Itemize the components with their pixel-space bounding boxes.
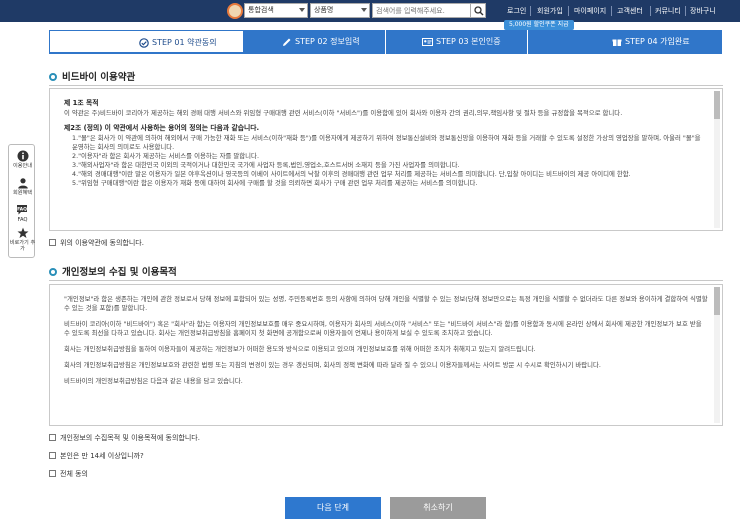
privacy-paragraph: 회사의 개인정보취급방침은 개인정보보호와 관련한 법령 또는 지침의 변경이 … [64, 361, 601, 369]
sidebar-item-bookmark[interactable]: 비로가기 추가 [9, 227, 36, 252]
terms-content-box[interactable]: 제 1조 목적 이 약관은 주)비드바이 코리아가 제공하는 해외 경매 대행 … [49, 88, 723, 231]
sidebar-item-label: 회원혜택 [12, 190, 33, 196]
sidebar-item-faq[interactable]: FAQ FAQ [9, 204, 36, 223]
faq-icon: FAQ [16, 205, 27, 215]
bullet-circle-icon [49, 73, 57, 81]
step-04-label: STEP 04 가입완료 [625, 37, 690, 46]
age-label: 본인은 만 14세 이상입니까? [60, 452, 144, 460]
terms-title: 비드바이 이용약관 [62, 72, 136, 83]
terms-scrollbar[interactable] [714, 91, 720, 228]
divider [49, 85, 723, 86]
terms-agree-label: 위의 이용약관에 동의합니다. [60, 239, 144, 247]
checkbox-box[interactable] [49, 452, 56, 459]
nav-customer-center[interactable]: 고객센터 [617, 0, 643, 22]
category-select-value: 통합검색 [248, 6, 274, 14]
article2-item: 1."몰"은 회사가 이 약관에 의하여 해외에서 구매 가능한 재화 또는 서… [72, 134, 701, 151]
quick-menu-sidebar: 이용안내 회원혜택 FAQ FAQ 비로가기 추가 [8, 144, 35, 258]
bullet-circle-icon [49, 268, 57, 276]
checkbox-box[interactable] [49, 239, 56, 246]
terms-section-title: 비드바이 이용약관 [49, 69, 135, 83]
sidebar-item-label: 비로가기 추가 [9, 240, 36, 252]
signup-steps: STEP 01 약관동의 STEP 02 정보입력 STEP 03 본인인증 S… [49, 30, 722, 54]
scrollbar-thumb[interactable] [714, 287, 720, 315]
privacy-agree-checkbox[interactable]: 개인정보의 수집목적 및 이용목적에 동의합니다. [49, 433, 200, 443]
nav-divider [568, 6, 569, 16]
step-01-label: STEP 01 약관동의 [152, 38, 217, 47]
privacy-paragraph: 비드바이의 개인정보취급방침은 다음과 같은 내용을 담고 있습니다. [64, 377, 243, 385]
chevron-down-icon [299, 8, 305, 12]
article1-title: 제 1조 목적 [64, 99, 99, 107]
step-01: STEP 01 약관동의 [49, 30, 244, 54]
search-type-value: 상품명 [314, 6, 334, 14]
step-02: STEP 02 정보입력 [244, 30, 385, 54]
privacy-content-box[interactable]: "개인정보"라 함은 생존하는 개인에 관한 정보로서 당해 정보에 포함되어 … [49, 284, 723, 426]
nav-divider [611, 6, 612, 16]
privacy-text: "개인정보"라 함은 생존하는 개인에 관한 정보로서 당해 정보에 포함되어 … [64, 295, 708, 389]
nav-cart[interactable]: 장바구니 [690, 0, 716, 22]
check-circle-icon [139, 38, 149, 48]
search-icon [474, 6, 484, 16]
step-04: STEP 04 가입완료 [528, 30, 722, 54]
id-card-icon [422, 38, 433, 46]
article1-body: 이 약관은 주)비드바이 코리아가 제공하는 해외 경매 대행 서비스와 위임형… [64, 109, 623, 117]
nav-signup[interactable]: 회원가입 [537, 0, 563, 22]
coupon-badge: 5,000원 할인쿠폰 지급 [504, 20, 574, 30]
age-checkbox[interactable]: 본인은 만 14세 이상입니까? [49, 451, 144, 461]
search-button[interactable] [470, 3, 486, 18]
star-icon [17, 227, 28, 238]
top-bar: 통합검색 상품명 로그인 회원가입 마이페이지 고객센터 커뮤니티 장바구니 [0, 0, 740, 22]
user-icon [17, 178, 28, 189]
article2-title: 제2조 (정의) 이 약관에서 사용하는 용어의 정의는 다음과 같습니다. [64, 124, 260, 132]
site-logo[interactable] [227, 3, 243, 19]
divider [49, 280, 723, 281]
search-input[interactable] [372, 3, 470, 18]
nav-divider [530, 6, 531, 16]
svg-text:FAQ: FAQ [17, 207, 27, 213]
privacy-agree-label: 개인정보의 수집목적 및 이용목적에 동의합니다. [60, 434, 200, 442]
step-03: STEP 03 본인인증 [386, 30, 527, 54]
info-icon [17, 150, 28, 162]
cancel-button[interactable]: 취소하기 [390, 497, 486, 519]
nav-login[interactable]: 로그인 [507, 0, 526, 22]
nav-mypage[interactable]: 마이페이지 [574, 0, 606, 22]
sidebar-item-guide[interactable]: 이용안내 [9, 150, 36, 169]
pencil-icon [283, 38, 291, 46]
privacy-section-title: 개인정보의 수집 및 이용목적 [49, 264, 177, 278]
category-select[interactable]: 통합검색 [244, 3, 308, 18]
step-02-label: STEP 02 정보입력 [295, 37, 360, 46]
search-type-select[interactable]: 상품명 [310, 3, 370, 18]
checkbox-box[interactable] [49, 434, 56, 441]
privacy-title: 개인정보의 수집 및 이용목적 [62, 267, 177, 278]
scrollbar-thumb[interactable] [714, 91, 720, 119]
chevron-down-icon [361, 8, 367, 12]
article2-item: 4."해외 경매대행"이란 말은 이용자가 일본 야후옥션이나 영국등의 이베이… [72, 170, 631, 178]
privacy-paragraph: 비드바이 코리아(이하 "비드바이") 혹은 "회사"라 함)는 이용자의 개인… [64, 320, 702, 337]
terms-agree-checkbox[interactable]: 위의 이용약관에 동의합니다. [49, 238, 144, 248]
all-agree-checkbox[interactable]: 전체 동의 [49, 469, 88, 479]
privacy-paragraph: "개인정보"라 함은 생존하는 개인에 관한 정보로서 당해 정보에 포함되어 … [64, 295, 708, 312]
nav-divider [650, 6, 651, 16]
all-agree-label: 전체 동의 [60, 470, 88, 478]
sidebar-item-label: 이용안내 [12, 163, 33, 169]
article2-item: 2."이용자"라 함은 회사가 제공하는 서비스를 이용하는 자를 말합니다. [72, 152, 259, 160]
article2-item: 5."위임형 구매대행"이란 함은 이용자가 재화 등에 대하여 회사에 구매를… [72, 179, 478, 187]
sidebar-item-label: FAQ [17, 217, 28, 223]
gift-icon [612, 39, 622, 46]
checkbox-box[interactable] [49, 470, 56, 477]
privacy-paragraph: 회사는 개인정보취급방침을 통하여 이용자들이 제공하는 개인정보가 어떠한 용… [64, 345, 536, 353]
next-step-button[interactable]: 다음 단계 [285, 497, 381, 519]
nav-community[interactable]: 커뮤니티 [655, 0, 681, 22]
privacy-scrollbar[interactable] [714, 287, 720, 423]
step-03-label: STEP 03 본인인증 [436, 37, 501, 46]
sidebar-item-benefits[interactable]: 회원혜택 [9, 177, 36, 196]
nav-divider [685, 6, 686, 16]
terms-text: 제 1조 목적 이 약관은 주)비드바이 코리아가 제공하는 해외 경매 대행 … [64, 99, 708, 188]
article2-item: 3."해외사업자"라 함은 대한민국 이외의 국적이거나 대한민국 국가에 사업… [72, 161, 460, 169]
